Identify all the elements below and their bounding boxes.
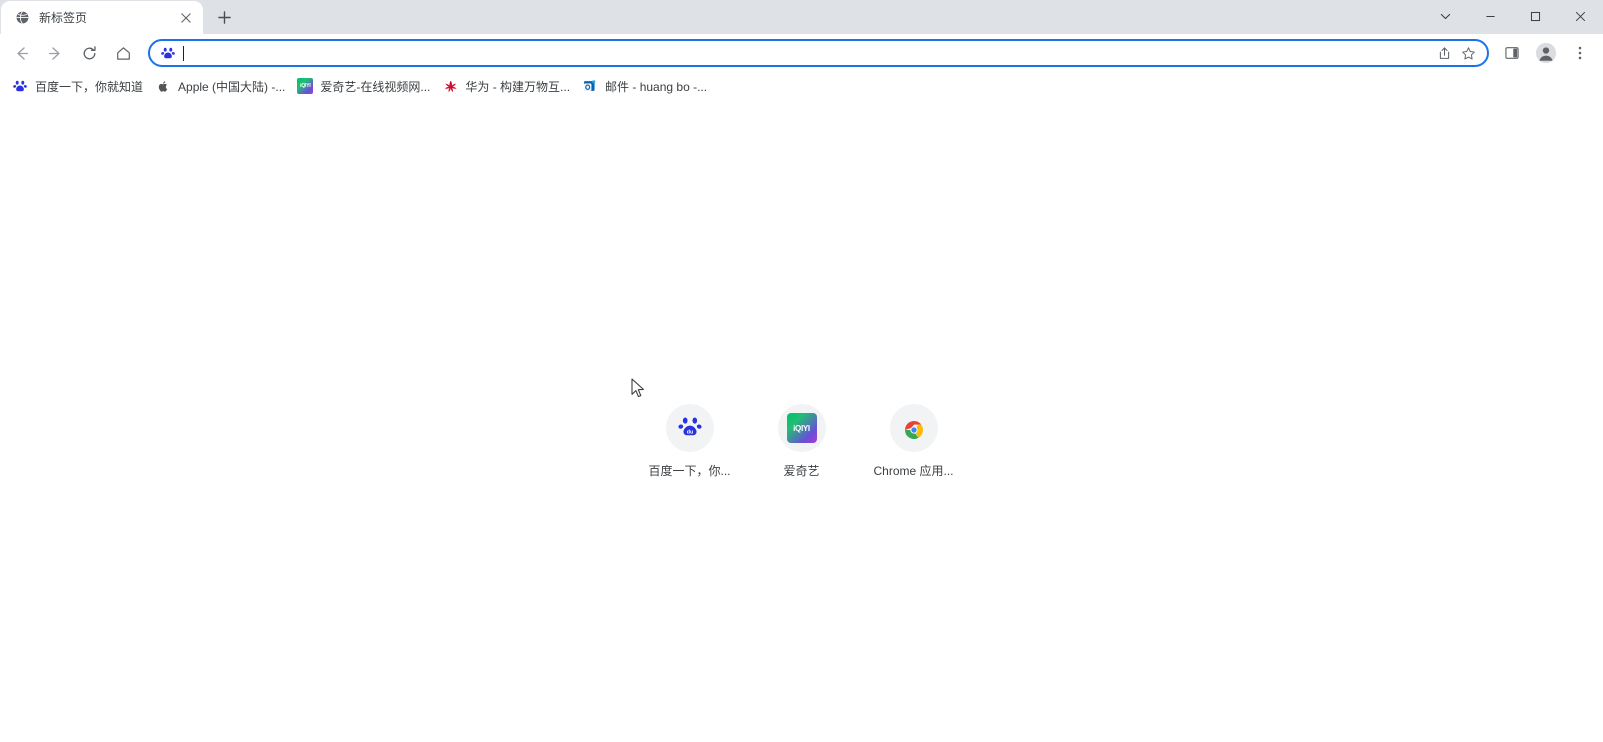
reload-button[interactable]: [75, 39, 103, 67]
shortcut-tile-baidu[interactable]: du 百度一下，你...: [634, 396, 746, 479]
globe-icon: [14, 10, 30, 26]
star-icon[interactable]: [1457, 42, 1479, 64]
new-tab-button[interactable]: [210, 3, 238, 31]
side-panel-icon[interactable]: [1498, 39, 1526, 67]
bookmark-label: 邮件 - huang bo -...: [605, 79, 708, 94]
shortcut-tile-chrome-apps[interactable]: Chrome 应用...: [858, 396, 970, 479]
profile-avatar-icon[interactable]: [1532, 39, 1560, 67]
bookmark-item-huawei[interactable]: 华为 - 构建万物互...: [436, 75, 576, 97]
huawei-icon: [442, 78, 458, 94]
shortcut-tiles: du 百度一下，你... iQIYI 爱奇艺 Chrome 应用...: [0, 396, 1603, 479]
home-button[interactable]: [109, 39, 137, 67]
browser-window: 新标签页 百度一下，你就知道 Apple (中国大陆) -... iQIYI 爱…: [0, 0, 1603, 742]
bookmark-item-mail[interactable]: 邮件 - huang bo -...: [576, 75, 713, 97]
iqiyi-icon: iQIYI: [297, 78, 314, 94]
address-bar[interactable]: [148, 39, 1489, 67]
close-window-icon[interactable]: [1558, 0, 1603, 32]
text-caret: [183, 46, 184, 61]
bookmark-label: 百度一下，你就知道: [35, 79, 144, 94]
shortcut-label: 爱奇艺: [783, 464, 820, 478]
address-input[interactable]: [185, 42, 1431, 64]
chrome-logo-icon: [889, 404, 938, 452]
browser-toolbar: [0, 34, 1603, 72]
browser-tab-active[interactable]: 新标签页: [1, 1, 203, 34]
shortcut-tile-iqiyi[interactable]: iQIYI 爱奇艺: [746, 396, 858, 479]
bookmark-item-iqiyi[interactable]: iQIYI 爱奇艺-在线视频网...: [291, 75, 436, 97]
apple-icon: [155, 78, 171, 94]
three-dot-menu-icon[interactable]: [1566, 39, 1594, 67]
new-tab-page: du 百度一下，你... iQIYI 爱奇艺 Chrome 应用...: [0, 100, 1603, 742]
forward-button[interactable]: [41, 39, 69, 67]
window-controls: [1423, 0, 1603, 32]
back-button[interactable]: [7, 39, 35, 67]
bookmark-label: 华为 - 构建万物互...: [465, 79, 571, 94]
shortcut-label: Chrome 应用...: [873, 464, 954, 478]
bookmark-item-baidu[interactable]: 百度一下，你就知道: [6, 75, 149, 97]
svg-text:du: du: [686, 430, 693, 436]
baidu-paw-icon: du: [665, 404, 714, 452]
bookmark-item-apple[interactable]: Apple (中国大陆) -...: [149, 75, 291, 97]
shortcut-label: 百度一下，你...: [648, 464, 731, 478]
baidu-paw-icon: [12, 78, 28, 94]
baidu-paw-icon: [160, 45, 176, 61]
bookmark-label: Apple (中国大陆) -...: [178, 79, 286, 94]
share-icon[interactable]: [1433, 42, 1455, 64]
outlook-icon: [582, 78, 598, 94]
bookmarks-bar: 百度一下，你就知道 Apple (中国大陆) -... iQIYI 爱奇艺-在线…: [0, 72, 1603, 100]
close-icon[interactable]: [177, 9, 195, 27]
iqiyi-icon: iQIYI: [777, 404, 826, 452]
tab-title: 新标签页: [39, 11, 88, 25]
bookmark-label: 爱奇艺-在线视频网...: [320, 79, 431, 94]
tab-strip: 新标签页: [0, 0, 1603, 34]
maximize-icon[interactable]: [1513, 0, 1558, 32]
tab-search-chevron-down-icon[interactable]: [1423, 0, 1468, 32]
minimize-icon[interactable]: [1468, 0, 1513, 32]
